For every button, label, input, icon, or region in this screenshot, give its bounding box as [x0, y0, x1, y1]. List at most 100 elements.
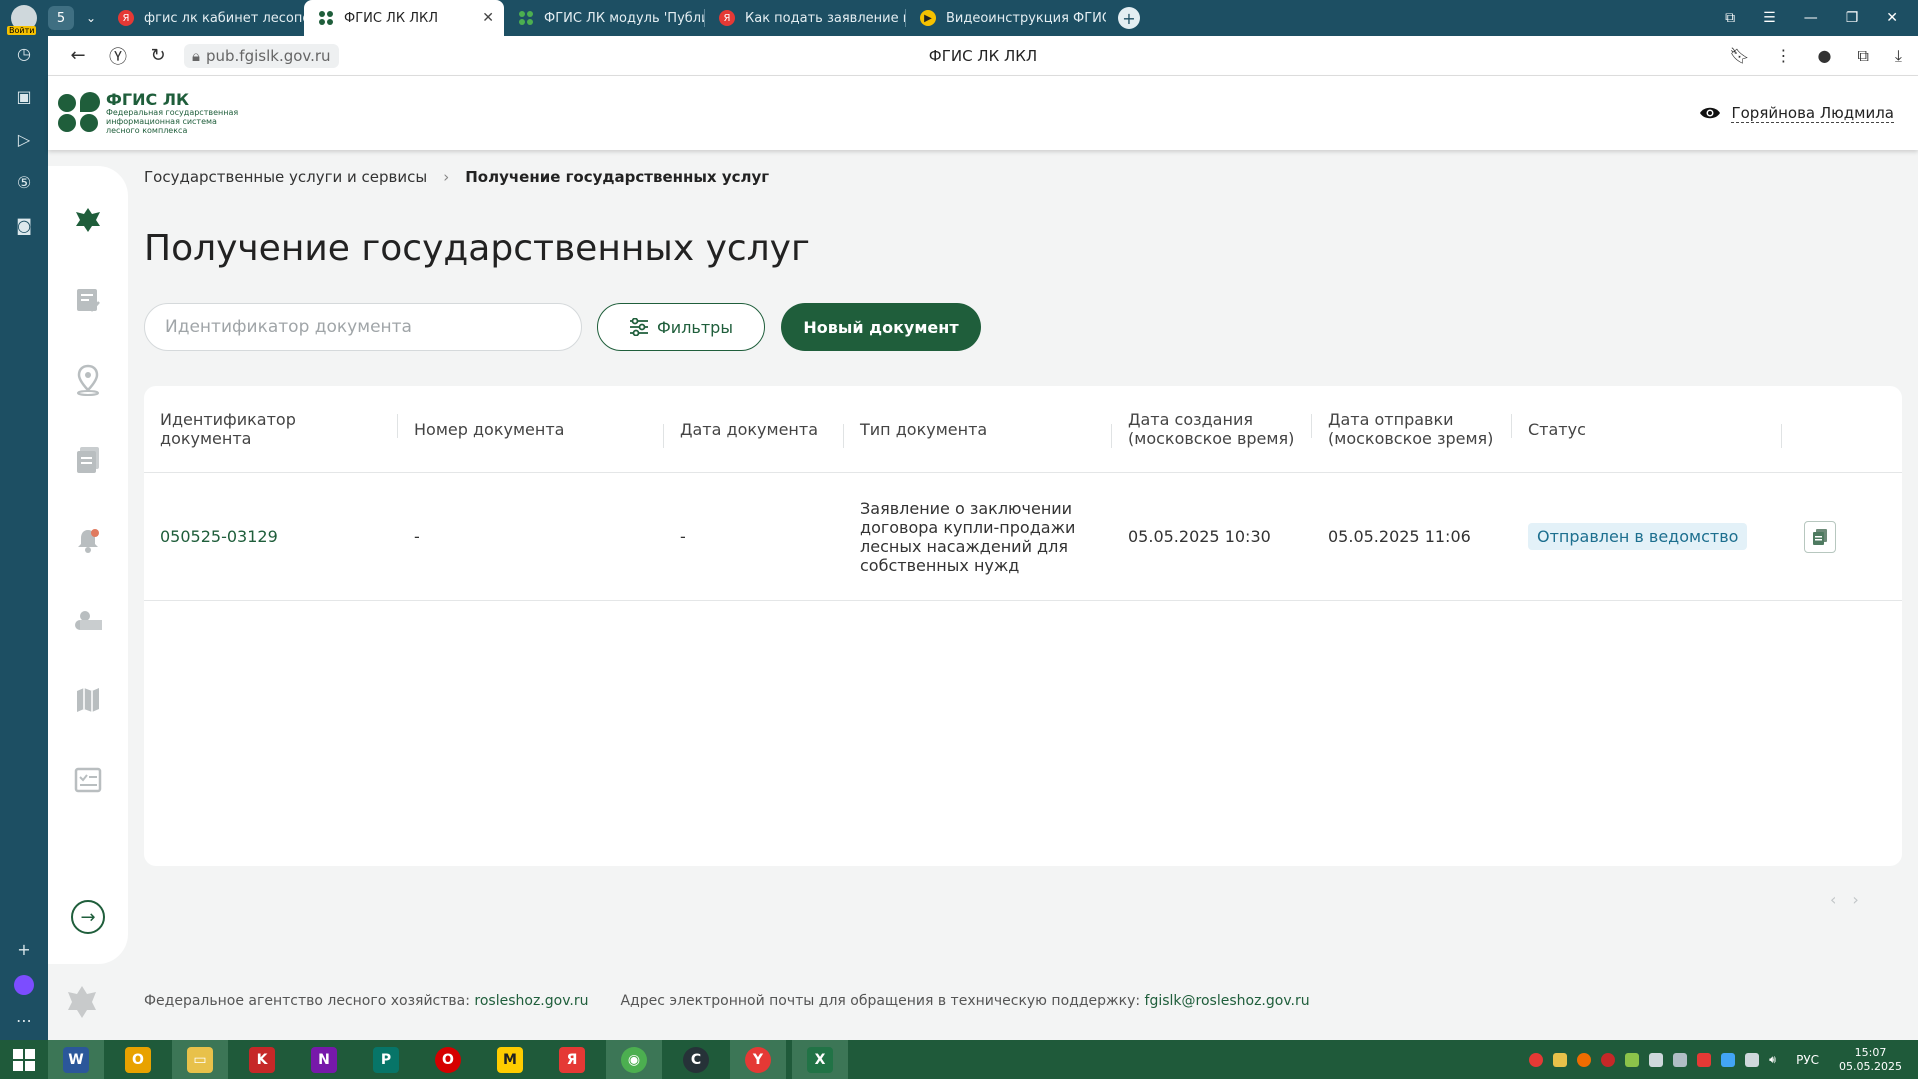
browser-tab-1[interactable]: Я фгис лк кабинет лесопол [104, 0, 304, 36]
taskbar-opera[interactable]: O [420, 1040, 476, 1079]
user-name[interactable]: Горяйнова Людмила [1731, 104, 1894, 123]
taskbar-excel[interactable]: X [792, 1040, 848, 1079]
filters-button[interactable]: Фильтры [597, 303, 765, 351]
filters-sliders-icon [630, 318, 649, 336]
map-icon[interactable] [72, 686, 104, 714]
browser-tab-5[interactable]: ▶ Видеоинструкция ФГИС [906, 0, 1106, 36]
taskbar-yandex-browser[interactable]: Y [730, 1040, 786, 1079]
yandex-home-icon[interactable]: Ⓨ [98, 43, 138, 69]
column-header-number[interactable]: Номер документа [398, 420, 664, 448]
emblem-icon[interactable] [72, 206, 104, 234]
tray-record-icon[interactable] [1697, 1052, 1712, 1067]
taskbar-publisher[interactable]: P [358, 1040, 414, 1079]
reload-icon[interactable]: ↻ [138, 45, 178, 66]
browser-tab-3[interactable]: ФГИС ЛК модуль 'Публи [504, 0, 704, 36]
new-tab-button[interactable]: + [1118, 7, 1140, 29]
chevron-down-icon[interactable]: ⌄ [78, 11, 104, 25]
windows-start-icon[interactable] [0, 1040, 48, 1079]
close-window-icon[interactable]: ✕ [1886, 10, 1898, 26]
column-header-type[interactable]: Тип документа [844, 420, 1112, 448]
timber-logs-icon[interactable] [72, 606, 104, 634]
taskbar-app-yellow[interactable]: M [482, 1040, 538, 1079]
logo[interactable]: ФГИС ЛК Федеральная государственная инфо… [58, 91, 246, 135]
taskbar-explorer[interactable]: ▭ [172, 1040, 228, 1079]
new-document-button[interactable]: Новый документ [781, 303, 981, 351]
next-page-icon[interactable]: › [1852, 890, 1858, 909]
opera-icon: O [435, 1046, 461, 1073]
notifications-bell-icon[interactable] [72, 526, 104, 554]
tray-flag-icon[interactable] [1673, 1052, 1688, 1067]
documents-check-icon[interactable] [72, 286, 104, 314]
more-icon[interactable]: ⋯ [16, 1011, 32, 1030]
menu-icon[interactable]: ☰ [1763, 10, 1776, 26]
checklist-icon[interactable] [72, 766, 104, 794]
restore-icon[interactable]: ❐ [1846, 10, 1859, 26]
browser-tab-4[interactable]: Я Как подать заявление на [705, 0, 905, 36]
add-panel-icon[interactable]: + [17, 940, 30, 959]
taskbar-chrome[interactable]: ◉ [606, 1040, 662, 1079]
tab-counter-button[interactable]: 5 [48, 6, 74, 30]
tray-bluetooth-icon[interactable] [1721, 1052, 1736, 1067]
footer-agency-link[interactable]: rosleshoz.gov.ru [474, 993, 588, 1009]
column-header-status[interactable]: Статус [1512, 420, 1782, 448]
previous-page-icon[interactable]: ‹ [1830, 890, 1836, 909]
column-header-id[interactable]: Идентификатор документа [144, 410, 398, 448]
taskbar-yandex[interactable]: Я [544, 1040, 600, 1079]
history-icon[interactable]: ◷ [17, 44, 31, 63]
tray-monitor-icon[interactable] [1649, 1052, 1664, 1067]
browser-tab-bar: Войти 5 ⌄ Я фгис лк кабинет лесопол ФГИС… [0, 0, 1918, 36]
tray-network-tool-icon[interactable] [1625, 1052, 1640, 1067]
collections-icon[interactable]: ▣ [16, 87, 31, 106]
column-header-created[interactable]: Дата создания (московское время) [1112, 410, 1312, 448]
screenshot-icon[interactable]: ◙ [16, 216, 32, 235]
tabs-collection-icon[interactable]: ⧉ [1857, 46, 1868, 66]
app-header: ФГИС ЛК Федеральная государственная инфо… [48, 76, 1918, 150]
location-pin-icon[interactable] [72, 364, 104, 396]
bookmark-icon[interactable]: 🔖︎ [1729, 46, 1749, 66]
video-icon[interactable]: ▷ [18, 130, 30, 149]
browser-tab-2-active[interactable]: ФГИС ЛК ЛКЛ ✕ [304, 0, 504, 36]
back-icon[interactable]: ← [58, 45, 98, 66]
table-row[interactable]: 050525-03129 - - Заявление о заключении … [144, 473, 1902, 601]
taskbar-onenote[interactable]: N [296, 1040, 352, 1079]
taskbar-app-c[interactable]: C [668, 1040, 724, 1079]
documents-table: Идентификатор документа Номер документа … [144, 386, 1902, 866]
registry-icon[interactable] [72, 446, 104, 474]
extension-icon[interactable]: ● [1818, 46, 1832, 66]
column-header-sent[interactable]: Дата отправки (московское зремя) [1312, 410, 1512, 448]
tray-folder-icon[interactable] [1553, 1052, 1568, 1067]
url-field[interactable]: 🔒︎ pub.fgislk.gov.ru [184, 43, 339, 68]
footer-support-email[interactable]: fgislk@rosleshoz.gov.ru [1145, 993, 1310, 1009]
bookmarks-icon[interactable]: ⧉ [1725, 10, 1735, 26]
download-icon[interactable]: ⤓ [1895, 46, 1902, 66]
kebab-menu-icon[interactable]: ⋮ [1776, 46, 1792, 66]
taskbar-outlook[interactable]: O [110, 1040, 166, 1079]
alice-icon[interactable] [14, 975, 34, 995]
tab-count-icon[interactable]: ⑤ [17, 173, 31, 192]
cell-document-id[interactable]: 050525-03129 [144, 527, 398, 546]
document-id-search-input[interactable] [144, 303, 582, 351]
windows-taskbar: W O ▭ K N P O M Я ◉ C Y X 🔊︎ РУС 15:07 0… [0, 1040, 1918, 1079]
breadcrumb-parent[interactable]: Государственные услуги и сервисы [144, 168, 427, 186]
tab-label: Видеоинструкция ФГИС [946, 10, 1106, 26]
close-icon[interactable]: ✕ [482, 10, 494, 26]
minimize-icon[interactable]: — [1804, 10, 1818, 26]
tray-yandex-icon[interactable] [1529, 1052, 1544, 1067]
taskbar-app-red[interactable]: K [234, 1040, 290, 1079]
document-copy-button[interactable] [1804, 520, 1836, 553]
table-pagination: ‹ › [1830, 890, 1859, 909]
eye-icon[interactable] [1699, 106, 1721, 120]
column-header-date[interactable]: Дата документа [664, 420, 844, 448]
profile-button[interactable]: Войти [0, 0, 48, 36]
tray-red-icon[interactable] [1601, 1052, 1616, 1067]
taskbar-word[interactable]: W [48, 1040, 104, 1079]
tray-wifi-icon[interactable] [1745, 1052, 1760, 1067]
tray-language[interactable]: РУС [1796, 1053, 1819, 1067]
logout-arrow-icon[interactable]: → [71, 900, 105, 934]
tray-orange-icon[interactable] [1577, 1052, 1592, 1067]
cell-document-date: - [680, 527, 686, 546]
tray-clock[interactable]: 15:07 05.05.2025 [1839, 1046, 1902, 1074]
tray-volume-icon[interactable]: 🔊︎ [1769, 1053, 1776, 1067]
tab-label: Как подать заявление на [745, 10, 905, 26]
user-menu[interactable]: Горяйнова Людмила [1699, 104, 1894, 123]
